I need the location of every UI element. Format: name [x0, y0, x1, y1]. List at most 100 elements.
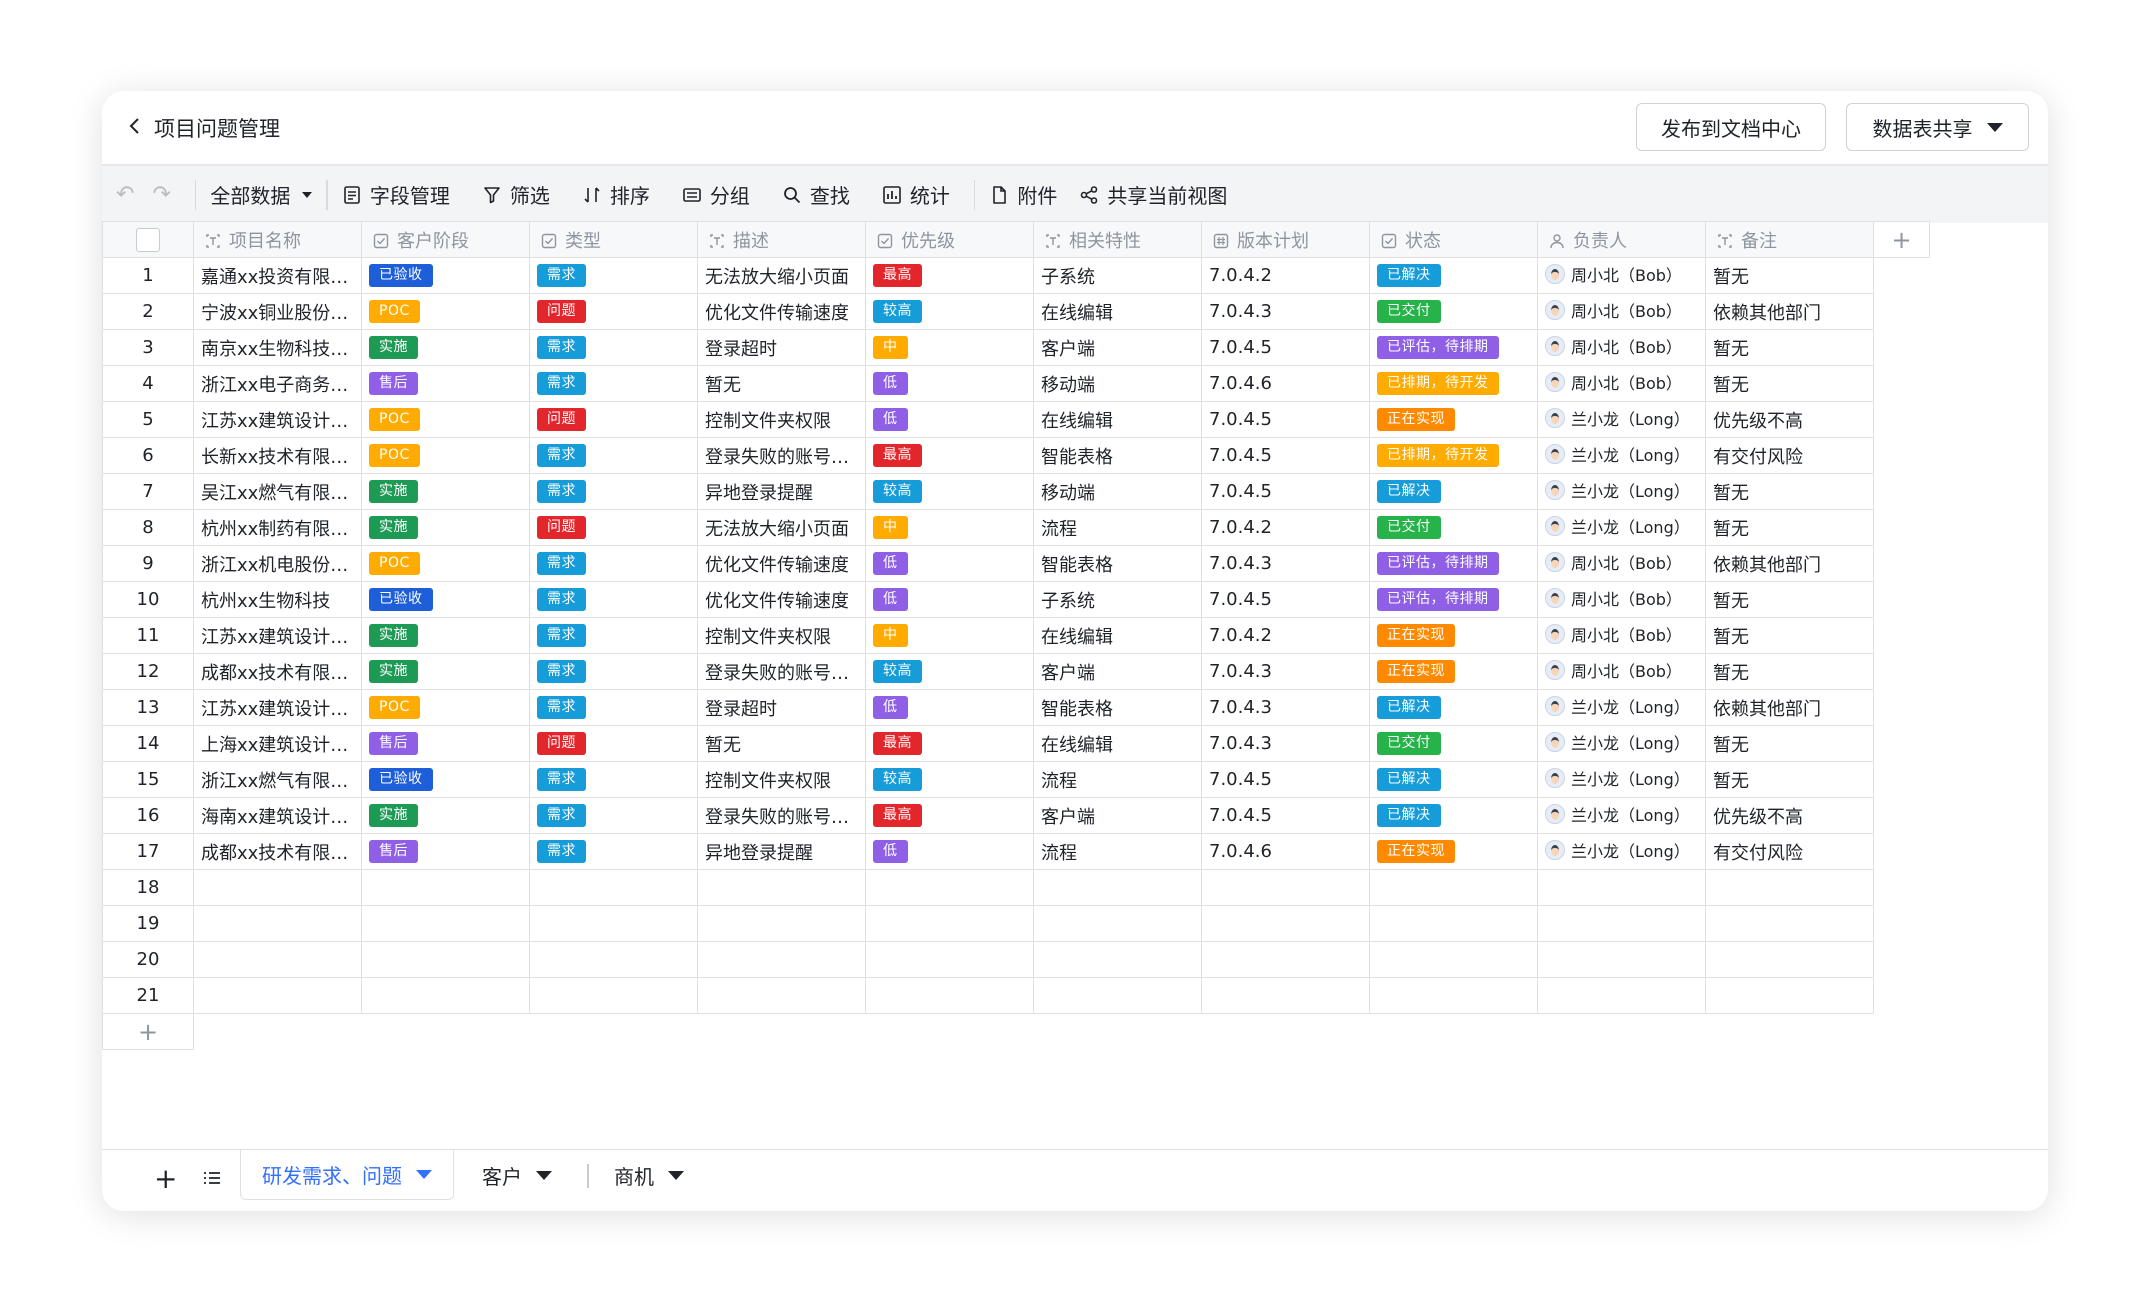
column-header[interactable]: 版本计划	[1201, 221, 1370, 258]
empty-cell[interactable]	[697, 905, 866, 942]
cell-status[interactable]: 已评估，待排期	[1369, 545, 1538, 582]
empty-cell[interactable]	[1537, 905, 1706, 942]
cell-feature[interactable]: 流程	[1033, 833, 1202, 870]
cell-name[interactable]: 杭州xx制药有限…	[193, 509, 362, 546]
cell-status[interactable]: 已解决	[1369, 797, 1538, 834]
empty-cell[interactable]	[1369, 905, 1538, 942]
select-all-checkbox[interactable]	[136, 227, 160, 252]
cell-priority[interactable]: 中	[865, 617, 1034, 654]
cell-desc[interactable]: 暂无	[697, 725, 866, 762]
cell-name[interactable]: 江苏xx建筑设计…	[193, 401, 362, 438]
cell-owner[interactable]: 兰小龙（Long）	[1537, 689, 1706, 726]
cell-name[interactable]: 江苏xx建筑设计…	[193, 689, 362, 726]
sheet-tab[interactable]: 客户	[482, 1150, 552, 1200]
cell-owner[interactable]: 兰小龙（Long）	[1537, 833, 1706, 870]
cell-name[interactable]: 嘉通xx投资有限…	[193, 257, 362, 294]
cell-feature[interactable]: 流程	[1033, 509, 1202, 546]
cell-owner[interactable]: 兰小龙（Long）	[1537, 761, 1706, 798]
cell-stage[interactable]: 售后	[361, 833, 530, 870]
column-header[interactable]: 项目名称	[193, 221, 362, 258]
cell-version[interactable]: 7.0.4.2	[1201, 509, 1370, 546]
cell-status[interactable]: 已评估，待排期	[1369, 329, 1538, 366]
cell-owner[interactable]: 兰小龙（Long）	[1537, 437, 1706, 474]
cell-note[interactable]: 暂无	[1705, 725, 1874, 762]
cell-feature[interactable]: 智能表格	[1033, 545, 1202, 582]
cell-status[interactable]: 已评估，待排期	[1369, 581, 1538, 618]
empty-cell[interactable]	[193, 977, 362, 1014]
cell-status[interactable]: 已排期，待开发	[1369, 437, 1538, 474]
empty-cell[interactable]	[865, 905, 1034, 942]
cell-feature[interactable]: 在线编辑	[1033, 401, 1202, 438]
empty-cell[interactable]	[1537, 977, 1706, 1014]
cell-name[interactable]: 南京xx生物科技…	[193, 329, 362, 366]
table-row[interactable]: 15 浙江xx燃气有限… 已验收 需求 控制文件夹权限 较高 流程 7.0.4.5 已解决 兰小龙…	[102, 761, 1930, 798]
cell-version[interactable]: 7.0.4.3	[1201, 653, 1370, 690]
cell-type[interactable]: 需求	[529, 365, 698, 402]
cell-type[interactable]: 需求	[529, 581, 698, 618]
table-row[interactable]: 8 杭州xx制药有限… 实施 问题 无法放大缩小页面中 流程 7.0.4.2 已交付 兰小龙（L…	[102, 509, 1930, 546]
empty-cell[interactable]	[1369, 941, 1538, 978]
cell-desc[interactable]: 优化文件传输速度	[697, 545, 866, 582]
cell-status[interactable]: 已解决	[1369, 473, 1538, 510]
empty-cell[interactable]	[529, 941, 698, 978]
attachment-button[interactable]: 附件	[989, 180, 1057, 209]
column-header[interactable]: 备注	[1705, 221, 1874, 258]
cell-priority[interactable]: 中	[865, 329, 1034, 366]
cell-stage[interactable]: POC	[361, 689, 530, 726]
cell-stage[interactable]: 实施	[361, 617, 530, 654]
share-view-button[interactable]: 共享当前视图	[1079, 180, 1227, 209]
cell-owner[interactable]: 兰小龙（Long）	[1537, 473, 1706, 510]
cell-note[interactable]: 优先级不高	[1705, 797, 1874, 834]
cell-note[interactable]: 有交付风险	[1705, 437, 1874, 474]
table-row[interactable]: 1 嘉通xx投资有限… 已验收 需求 无法放大缩小页面 最高 子系统 7.0.4.2 已解决 周小…	[102, 257, 1930, 294]
cell-desc[interactable]: 登录失败的账号…	[697, 797, 866, 834]
cell-priority[interactable]: 低	[865, 581, 1034, 618]
empty-cell[interactable]	[1705, 977, 1874, 1014]
cell-desc[interactable]: 优化文件传输速度	[697, 581, 866, 618]
cell-desc[interactable]: 异地登录提醒	[697, 833, 866, 870]
cell-feature[interactable]: 智能表格	[1033, 437, 1202, 474]
cell-feature[interactable]: 智能表格	[1033, 689, 1202, 726]
empty-cell[interactable]	[1705, 869, 1874, 906]
cell-priority[interactable]: 低	[865, 689, 1034, 726]
empty-cell[interactable]	[1201, 869, 1370, 906]
cell-name[interactable]: 成都xx技术有限…	[193, 833, 362, 870]
cell-feature[interactable]: 流程	[1033, 761, 1202, 798]
cell-priority[interactable]: 低	[865, 833, 1034, 870]
cell-note[interactable]: 暂无	[1705, 509, 1874, 546]
column-header[interactable]: 类型	[529, 221, 698, 258]
cell-note[interactable]: 有交付风险	[1705, 833, 1874, 870]
cell-status[interactable]: 已解决	[1369, 689, 1538, 726]
cell-type[interactable]: 需求	[529, 797, 698, 834]
cell-type[interactable]: 需求	[529, 653, 698, 690]
table-row[interactable]: 3 南京xx生物科技… 实施 需求 登录超时中 客户端 7.0.4.5 已评估，待排期 周小北（…	[102, 329, 1930, 366]
cell-type[interactable]: 需求	[529, 257, 698, 294]
cell-name[interactable]: 成都xx技术有限…	[193, 653, 362, 690]
cell-feature[interactable]: 移动端	[1033, 365, 1202, 402]
cell-name[interactable]: 浙江xx电子商务…	[193, 365, 362, 402]
cell-stage[interactable]: POC	[361, 437, 530, 474]
cell-name[interactable]: 浙江xx机电股份…	[193, 545, 362, 582]
cell-name[interactable]: 浙江xx燃气有限…	[193, 761, 362, 798]
group-button[interactable]: 分组	[682, 180, 750, 209]
column-header[interactable]: 状态	[1369, 221, 1538, 258]
cell-owner[interactable]: 周小北（Bob）	[1537, 617, 1706, 654]
cell-type[interactable]: 需求	[529, 833, 698, 870]
cell-stage[interactable]: POC	[361, 545, 530, 582]
cell-version[interactable]: 7.0.4.5	[1201, 761, 1370, 798]
cell-status[interactable]: 已解决	[1369, 257, 1538, 294]
cell-desc[interactable]: 异地登录提醒	[697, 473, 866, 510]
empty-cell[interactable]	[193, 905, 362, 942]
cell-type[interactable]: 问题	[529, 401, 698, 438]
empty-cell[interactable]	[1537, 869, 1706, 906]
cell-note[interactable]: 优先级不高	[1705, 401, 1874, 438]
table-row-empty[interactable]: 19	[102, 905, 1930, 942]
cell-priority[interactable]: 最高	[865, 725, 1034, 762]
cell-version[interactable]: 7.0.4.6	[1201, 365, 1370, 402]
cell-version[interactable]: 7.0.4.5	[1201, 401, 1370, 438]
column-header[interactable]: 客户阶段	[361, 221, 530, 258]
empty-cell[interactable]	[529, 977, 698, 1014]
field-manage-button[interactable]: 字段管理	[342, 180, 450, 209]
cell-owner[interactable]: 周小北（Bob）	[1537, 545, 1706, 582]
cell-version[interactable]: 7.0.4.3	[1201, 545, 1370, 582]
